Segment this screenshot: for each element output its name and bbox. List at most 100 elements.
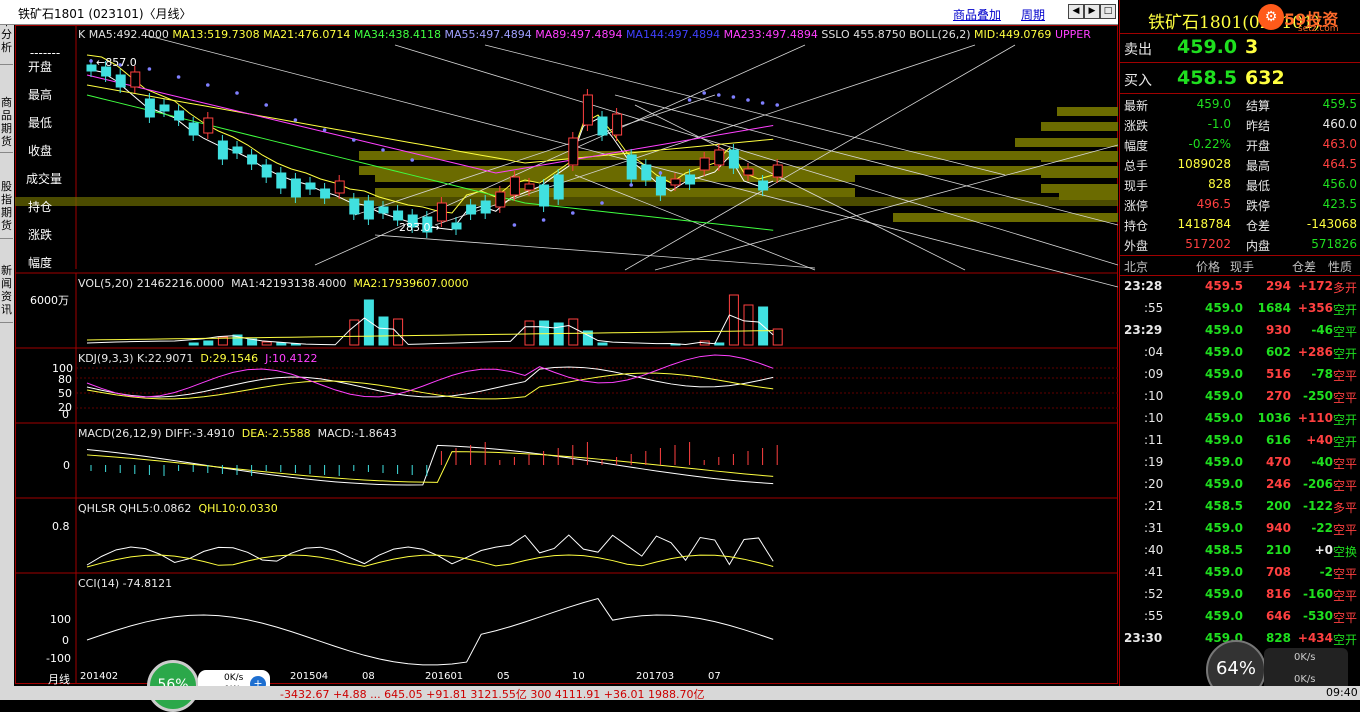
stat-label: 外盘 [1124,239,1149,253]
candle [772,164,783,178]
stat-label: 持仓 [1124,219,1149,233]
tab-commodity-futures[interactable]: 商品期货 [0,96,13,153]
sar-dot [235,91,239,95]
status-bar: -3432.67 +4.88 ... 645.05 +91.81 3121.55… [0,686,1360,701]
tick-cell: -122 [1302,499,1333,513]
tick-cell: :41 [1144,565,1164,579]
tick-cell: 空开 [1332,435,1357,449]
tick-cell: 空平 [1332,523,1357,537]
candle [349,198,360,215]
tick-cell: 459.0 [1205,455,1243,469]
ask-price: 459.0 [1177,36,1238,58]
sar-dot [176,75,181,79]
period-link[interactable]: 周期 [1021,6,1045,23]
volume-bar [772,328,783,346]
tick-cell: 930 [1265,323,1291,337]
status-clock: 09:40 [1326,686,1358,699]
tick-cell: :09 [1144,367,1164,381]
tick-cell: 空平 [1332,589,1357,603]
tick-cell: :21 [1144,499,1164,513]
tick-cell: 1036 [1257,411,1291,425]
sar-dot [629,183,633,187]
kdj-axis-80: 80 [58,373,72,386]
nav-left-icon[interactable]: ◀ [1068,4,1084,19]
candle [728,149,739,169]
tick-cell: 458.5 [1205,543,1243,557]
tab-index-futures[interactable]: 股指期货 [0,180,13,239]
candle [188,122,199,136]
sar-dot [541,218,546,222]
sar-dot [746,98,750,102]
tick-cell: 616 [1265,433,1291,447]
tick-cell: 210 [1265,543,1291,557]
sar-dot [512,223,517,227]
candle [305,182,316,190]
sar-dot [147,67,152,71]
ticks-header-cell: 北京 [1124,260,1149,274]
tick-cell: -40 [1311,455,1333,469]
qhl-axis-label: 0.8 [52,520,70,533]
stat-label: 涨停 [1124,199,1149,213]
bar-info-column: ------- 开盘 最高 最低 收盘 成交量 持仓 涨跌 幅度 [26,46,63,270]
volume-bar [261,341,272,346]
tick-cell: 458.5 [1205,499,1243,513]
tick-cell: -78 [1311,367,1333,381]
volume-profile-bar [1041,122,1118,131]
candle [553,174,564,200]
maximize-icon[interactable]: □ [1100,4,1116,19]
candle [174,110,185,121]
candle [495,191,506,208]
ma-legend-item: UPPER [1054,28,1091,41]
date-label: 10 [572,671,585,682]
stat-value: 423.5 [1322,197,1357,211]
tick-cell: 459.0 [1205,477,1243,491]
candle [509,176,520,196]
gann-line [374,234,816,269]
candle [86,64,97,72]
nav-right-icon[interactable]: ▶ [1084,4,1100,19]
tick-cell: 602 [1265,345,1291,359]
tick-cell: 空平 [1332,369,1357,383]
stat-value: 456.0 [1322,177,1357,191]
volume-profile-bar [1041,153,1118,162]
cci-line [86,597,774,666]
macd-axis-0: 0 [63,459,70,472]
tick-cell: 459.0 [1205,301,1243,315]
ma-legend-item: K [78,28,89,41]
sar-dot [702,91,706,95]
sar-dot [600,201,604,205]
vol-ma1-line [86,314,774,346]
sar-dot [571,211,575,215]
tick-cell: 470 [1265,455,1291,469]
volume-bar [203,340,214,346]
qhl10-line [86,554,774,568]
ma-legend-item: MA21:476.0714 [263,28,354,41]
tick-cell: 空开 [1332,347,1357,361]
volume-bar [378,316,389,346]
candle [393,210,404,221]
tick-cell: 459.0 [1205,587,1243,601]
candle [743,168,754,176]
sar-dot [206,83,210,87]
qhlsr-legend: QHLSR QHL5:0.0862 QHL10:0.0330 [78,502,278,515]
tick-cell: 空平 [1332,391,1357,405]
price-high-mark: ←857.0 [96,56,137,69]
tick-cell: -530 [1302,609,1333,623]
tick-cell: :55 [1144,609,1164,623]
candle [334,180,345,194]
candle [699,157,710,171]
sar-dot [775,103,779,107]
tick-cell: 459.0 [1205,521,1243,535]
overlay-commodity-link[interactable]: 商品叠加 [953,6,1001,23]
candle [626,154,637,180]
tick-cell: 空开 [1332,303,1357,317]
tick-cell: 646 [1265,609,1291,623]
ask-label: 卖出 [1124,42,1152,58]
stat-value: 828 [1208,177,1231,191]
stat-label: 现手 [1124,179,1149,193]
stat-value: 463.0 [1322,137,1357,151]
tab-news[interactable]: 新闻资讯 [0,264,13,323]
cci-axis-neg100: -100 [46,652,71,665]
candle [261,164,272,178]
volume-bar [363,299,374,346]
